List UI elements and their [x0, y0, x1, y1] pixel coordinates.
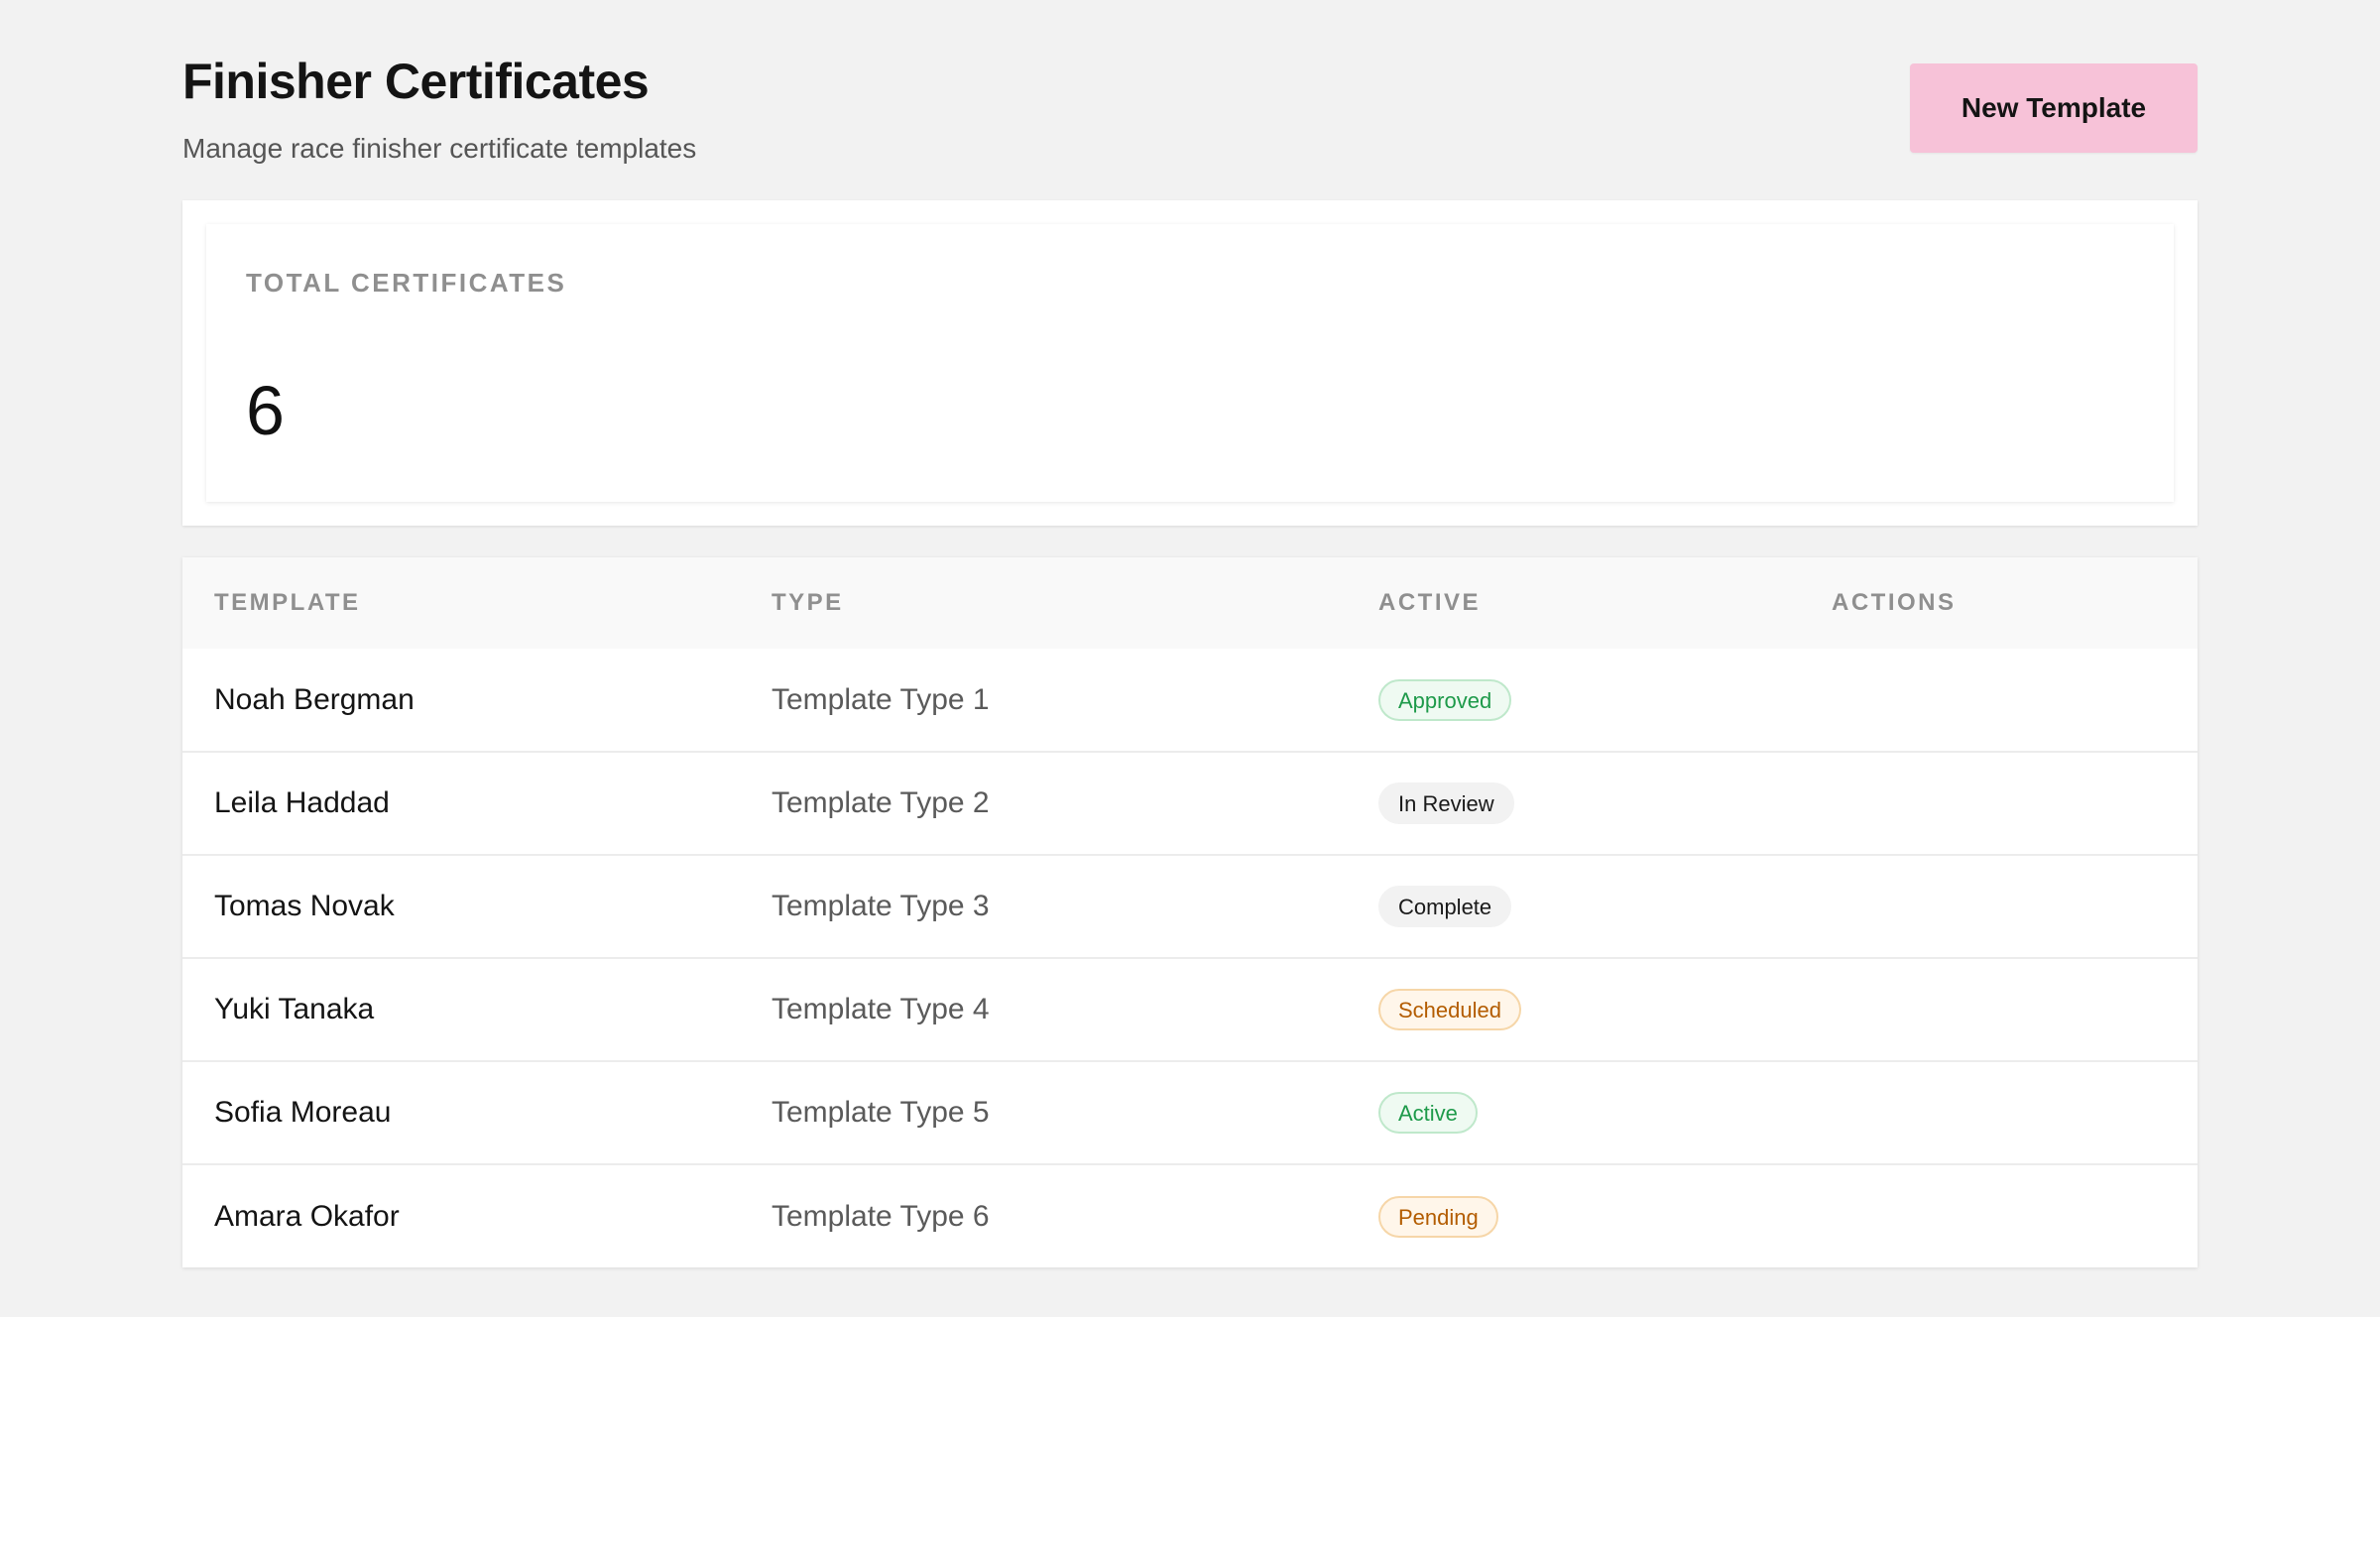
template-type: Template Type 6: [772, 1199, 990, 1233]
status-badge: Scheduled: [1378, 989, 1521, 1030]
table-row[interactable]: Leila Haddad Template Type 2 In Review: [182, 752, 2198, 855]
table-header-row: TEMPLATE TYPE ACTIVE ACTIONS: [182, 557, 2198, 649]
page-title: Finisher Certificates: [182, 54, 650, 109]
column-header-actions: ACTIONS: [1832, 589, 1957, 616]
page-subtitle: Manage race finisher certificate templat…: [182, 133, 697, 164]
status-cell: Active: [1347, 1061, 1800, 1164]
status-cell: Scheduled: [1347, 958, 1800, 1061]
table-row[interactable]: Tomas Novak Template Type 3 Complete: [182, 855, 2198, 958]
status-cell: Complete: [1347, 855, 1800, 958]
actions-cell: [1800, 1164, 2198, 1267]
template-name: Leila Haddad: [214, 786, 390, 819]
actions-cell: [1800, 958, 2198, 1061]
column-header-active[interactable]: ACTIVE: [1347, 557, 1800, 649]
template-type: Template Type 3: [772, 890, 990, 922]
status-badge: Approved: [1378, 678, 1512, 721]
status-badge: Complete: [1378, 886, 1512, 927]
template-type: Template Type 2: [772, 786, 990, 819]
templates-table: TEMPLATE TYPE ACTIVE ACTIONS Noah Bergma…: [182, 557, 2198, 1267]
status-badge: Pending: [1378, 1195, 1498, 1238]
template-type: Template Type 1: [772, 682, 990, 716]
template-name: Noah Bergman: [214, 682, 415, 716]
template-name: Amara Okafor: [214, 1199, 400, 1233]
table-row[interactable]: Amara Okafor Template Type 6 Pending: [182, 1164, 2198, 1267]
status-cell: Pending: [1347, 1164, 1800, 1267]
total-certificates-card: TOTAL CERTIFICATES 6: [206, 224, 2174, 502]
stats-panel: TOTAL CERTIFICATES 6: [182, 200, 2198, 526]
template-name: Tomas Novak: [214, 890, 395, 922]
template-type: Template Type 4: [772, 993, 990, 1025]
status-cell: Approved: [1347, 649, 1800, 752]
actions-cell: [1800, 752, 2198, 855]
stat-label: TOTAL CERTIFICATES: [246, 268, 567, 298]
template-name: Sofia Moreau: [214, 1096, 392, 1129]
table-row[interactable]: Sofia Moreau Template Type 5 Active: [182, 1061, 2198, 1164]
template-type: Template Type 5: [772, 1096, 990, 1129]
table-body: Noah Bergman Template Type 1 Approved Le…: [182, 649, 2198, 1267]
table-header: TEMPLATE TYPE ACTIVE ACTIONS: [182, 557, 2198, 649]
status-badge: In Review: [1378, 782, 1514, 824]
status-badge: Active: [1378, 1092, 1478, 1134]
column-header-type[interactable]: TYPE: [740, 557, 1347, 649]
actions-cell: [1800, 649, 2198, 752]
actions-cell: [1800, 855, 2198, 958]
table-row[interactable]: Noah Bergman Template Type 1 Approved: [182, 649, 2198, 752]
template-name: Yuki Tanaka: [214, 993, 375, 1025]
app-background: Finisher Certificates Manage race finish…: [0, 0, 2380, 1317]
table-row[interactable]: Yuki Tanaka Template Type 4 Scheduled: [182, 958, 2198, 1061]
templates-table-card: TEMPLATE TYPE ACTIVE ACTIONS Noah Bergma…: [182, 557, 2198, 1267]
actions-cell: [1800, 1061, 2198, 1164]
column-header-template[interactable]: TEMPLATE: [182, 557, 740, 649]
new-template-button[interactable]: New Template: [1910, 63, 2198, 153]
status-cell: In Review: [1347, 752, 1800, 855]
stat-value: 6: [246, 372, 285, 449]
